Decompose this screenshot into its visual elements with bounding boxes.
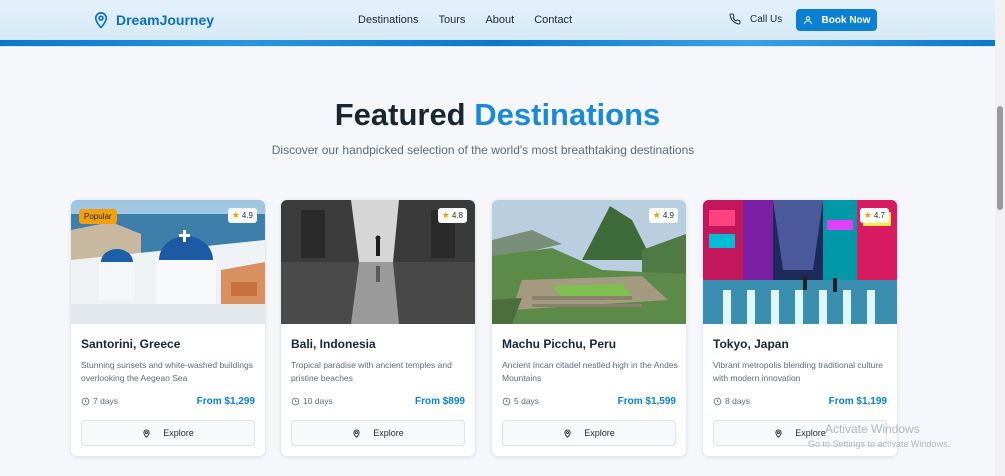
title-accent: Destinations (474, 97, 661, 132)
star-icon: ★ (441, 210, 450, 220)
section-subtitle: Discover our handpicked selection of the… (271, 143, 695, 157)
clock-icon (291, 397, 300, 405)
trip-duration: 8 days (713, 396, 750, 406)
nav-contact[interactable]: Contact (534, 14, 572, 26)
page-scrollbar[interactable] (995, 0, 1005, 476)
destination-card: ★ 4.9 Machu Picchu, Peru Ancient Incan c… (492, 200, 686, 456)
rating-value: 4.9 (241, 211, 253, 220)
map-pin-icon (143, 429, 150, 438)
trip-duration: 7 days (81, 396, 118, 406)
clock-icon (713, 397, 722, 405)
rating-badge: ★ 4.9 (227, 208, 257, 223)
site-header: DreamJourney Destinations Tours About Co… (0, 0, 995, 47)
explore-label: Explore (584, 428, 615, 438)
section-title: Featured Destinations (0, 97, 995, 133)
call-us-label: Call Us (750, 13, 783, 25)
star-icon: ★ (231, 210, 240, 220)
explore-button[interactable]: Explore (291, 420, 465, 446)
popular-badge: Popular (79, 209, 117, 224)
map-pin-icon (775, 429, 782, 438)
duration-value: 8 days (725, 396, 751, 406)
phone-icon (729, 13, 741, 25)
map-pin-icon (353, 429, 360, 438)
activation-watermark: Activate Windows Go to Settings to activ… (808, 422, 950, 449)
watermark-title: Activate Windows (825, 422, 920, 436)
brand-name: DreamJourney (116, 12, 215, 28)
title-main: Featured (334, 97, 466, 132)
duration-value: 7 days (93, 396, 119, 406)
header-divider (0, 40, 995, 46)
duration-value: 10 days (303, 396, 333, 406)
map-pin-icon (564, 429, 571, 438)
destination-name: Machu Picchu, Peru (502, 337, 617, 351)
book-now-label: Book Now (821, 14, 871, 26)
destination-description: Stunning sunsets and white-washed buildi… (81, 360, 254, 383)
destination-description: Tropical paradise with ancient temples a… (291, 360, 452, 383)
nav-about[interactable]: About (485, 14, 514, 26)
destination-description: Ancient Incan citadel nestled high in th… (502, 360, 678, 383)
explore-label: Explore (163, 428, 194, 438)
price: From $899 (414, 396, 465, 407)
brand-logo[interactable]: DreamJourney (92, 10, 214, 30)
trip-duration: 5 days (502, 396, 539, 406)
price: From $1,199 (828, 396, 887, 407)
clock-icon (502, 397, 511, 405)
rating-badge: ★ 4.9 (648, 208, 678, 223)
clock-icon (81, 397, 90, 405)
rating-value: 4.7 (873, 211, 885, 220)
nav-tours[interactable]: Tours (439, 14, 466, 26)
price: From $1,299 (196, 396, 255, 407)
destination-card: ★ 4.7 Tokyo, Japan Vibrant metropolis bl… (703, 200, 897, 456)
star-icon: ★ (652, 210, 661, 220)
call-us-link[interactable]: Call Us (729, 13, 782, 25)
explore-button[interactable]: Explore (502, 420, 676, 446)
rating-badge: ★ 4.8 (437, 208, 467, 223)
destination-name: Bali, Indonesia (291, 337, 376, 351)
rating-value: 4.9 (662, 211, 674, 220)
map-pin-icon (94, 12, 108, 29)
main-nav: Destinations Tours About Contact (358, 14, 592, 26)
destination-card: Popular ★ 4.9 Santorini, Greece Stunning… (71, 200, 265, 456)
destination-name: Tokyo, Japan (713, 337, 789, 351)
rating-badge: ★ 4.7 (859, 208, 889, 223)
duration-value: 5 days (514, 396, 540, 406)
destination-card: ★ 4.8 Bali, Indonesia Tropical paradise … (281, 200, 475, 456)
trip-duration: 10 days (291, 396, 333, 406)
watermark-subtitle: Go to Settings to activate Windows. (808, 439, 951, 449)
book-now-button[interactable]: Book Now (796, 9, 877, 31)
explore-label: Explore (373, 428, 404, 438)
star-icon: ★ (863, 210, 872, 220)
price: From $1,599 (617, 396, 676, 407)
scrollbar-thumb[interactable] (997, 106, 1003, 210)
destination-description: Vibrant metropolis blending traditional … (713, 360, 883, 383)
destination-name: Santorini, Greece (81, 337, 181, 351)
rating-value: 4.8 (451, 211, 463, 220)
explore-button[interactable]: Explore (81, 420, 255, 446)
nav-destinations[interactable]: Destinations (358, 14, 419, 26)
user-icon (803, 16, 812, 25)
